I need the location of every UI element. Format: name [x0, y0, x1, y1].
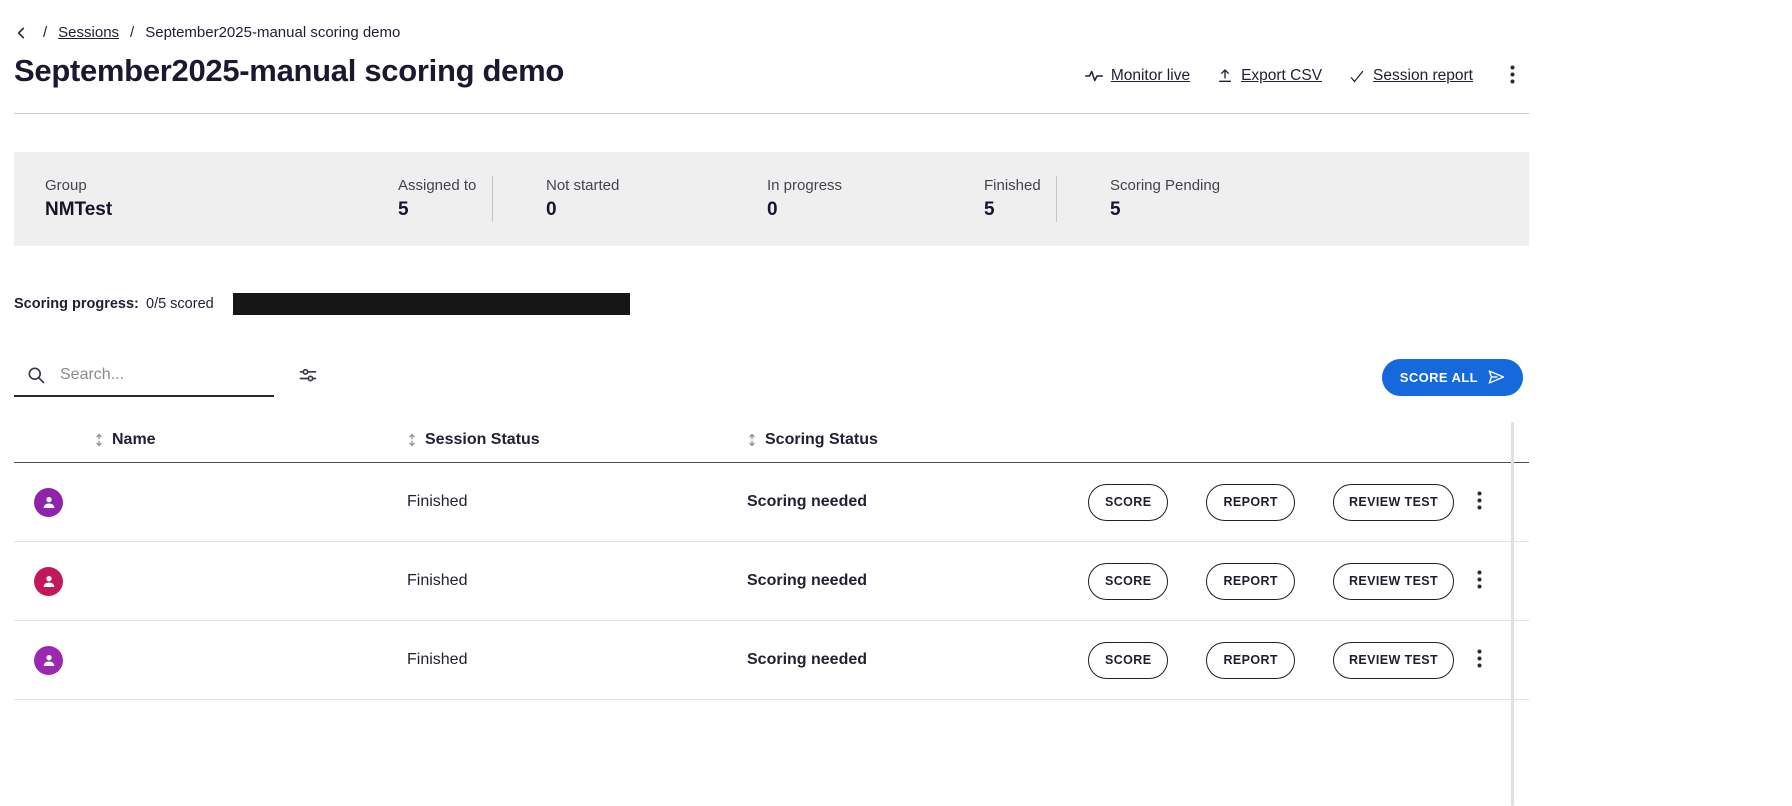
row-kebab-menu[interactable]: [1469, 645, 1490, 675]
title-row: September2025-manual scoring demo Monito…: [14, 53, 1529, 91]
chevron-left-icon: [14, 25, 30, 41]
header-actions: Monitor live Export CSV Session report: [1085, 61, 1523, 91]
review-test-button[interactable]: REVIEW TEST: [1333, 484, 1454, 521]
sort-icon: [407, 432, 417, 448]
scoring-progress-value: 0/5 scored: [146, 296, 233, 312]
scoring-progress-row: Scoring progress: 0/5 scored: [14, 293, 1529, 315]
export-csv-link[interactable]: Export CSV: [1217, 67, 1322, 85]
row-actions: SCORE REPORT REVIEW TEST: [1088, 484, 1469, 521]
kebab-icon: [1510, 65, 1515, 84]
column-header-session-status[interactable]: Session Status: [407, 431, 747, 449]
search-icon: [26, 365, 46, 385]
stat-not-started: Not started 0: [546, 177, 767, 221]
stat-assigned-to: Assigned to 5: [398, 177, 492, 221]
person-icon: [41, 573, 57, 589]
score-button[interactable]: SCORE: [1088, 642, 1168, 679]
title-divider: [14, 113, 1529, 114]
breadcrumb-separator: /: [43, 24, 47, 41]
filter-sliders-icon: [298, 366, 318, 386]
stat-finished: Finished 5: [984, 177, 1056, 221]
stats-bar: Group NMTest Assigned to 5 Not started 0…: [14, 152, 1529, 246]
sessions-table: Name Session Status Scoring Status: [14, 417, 1529, 700]
export-icon: [1217, 68, 1233, 84]
column-header-scoring-status[interactable]: Scoring Status: [747, 431, 1088, 449]
score-button[interactable]: SCORE: [1088, 484, 1168, 521]
table-row: Finished Scoring needed SCORE REPORT REV…: [14, 621, 1529, 700]
cell-session-status: Finished: [407, 651, 747, 669]
monitor-live-link[interactable]: Monitor live: [1085, 67, 1190, 85]
cell-scoring-status: Scoring needed: [747, 572, 1088, 590]
sort-icon: [747, 432, 757, 448]
monitor-live-icon: [1085, 69, 1103, 83]
score-button[interactable]: SCORE: [1088, 563, 1168, 600]
review-test-button[interactable]: REVIEW TEST: [1333, 563, 1454, 600]
row-actions: SCORE REPORT REVIEW TEST: [1088, 642, 1469, 679]
search-input[interactable]: [58, 365, 274, 385]
breadcrumb-sessions-link[interactable]: Sessions: [58, 24, 119, 41]
stat-scoring-pending: Scoring Pending 5: [1110, 177, 1220, 221]
stats-divider: [1056, 176, 1057, 222]
cell-session-status: Finished: [407, 572, 747, 590]
search-box: [14, 357, 274, 397]
breadcrumb: / Sessions / September2025-manual scorin…: [14, 0, 1529, 41]
row-kebab-menu[interactable]: [1469, 566, 1490, 596]
cell-session-status: Finished: [407, 493, 747, 511]
report-check-icon: [1349, 69, 1365, 84]
kebab-icon: [1477, 649, 1482, 668]
page-title: September2025-manual scoring demo: [14, 53, 564, 89]
header-kebab-menu[interactable]: [1502, 61, 1523, 91]
table-header: Name Session Status Scoring Status: [14, 417, 1529, 463]
session-detail-page: / Sessions / September2025-manual scorin…: [0, 0, 1792, 806]
score-all-button[interactable]: SCORE ALL: [1382, 359, 1523, 396]
breadcrumb-current: September2025-manual scoring demo: [145, 24, 400, 41]
back-button[interactable]: [14, 25, 30, 41]
person-icon: [41, 494, 57, 510]
scoring-progress-bar: [233, 293, 630, 315]
sort-icon: [94, 432, 104, 448]
send-icon: [1487, 368, 1505, 386]
report-button[interactable]: REPORT: [1206, 484, 1295, 521]
search-row: SCORE ALL: [14, 357, 1529, 397]
column-header-name[interactable]: Name: [94, 431, 407, 449]
stat-in-progress: In progress 0: [767, 177, 984, 221]
kebab-icon: [1477, 570, 1482, 589]
stat-group: Group NMTest: [45, 177, 398, 221]
stats-divider: [492, 176, 493, 222]
row-kebab-menu[interactable]: [1469, 487, 1490, 517]
person-icon: [41, 652, 57, 668]
avatar: [34, 646, 63, 675]
row-actions: SCORE REPORT REVIEW TEST: [1088, 563, 1469, 600]
cell-scoring-status: Scoring needed: [747, 493, 1088, 511]
report-button[interactable]: REPORT: [1206, 563, 1295, 600]
filter-button[interactable]: [294, 362, 322, 393]
avatar: [34, 567, 63, 596]
scoring-progress-label: Scoring progress:: [14, 296, 146, 312]
session-report-link[interactable]: Session report: [1349, 67, 1473, 85]
kebab-icon: [1477, 491, 1482, 510]
table-row: Finished Scoring needed SCORE REPORT REV…: [14, 463, 1529, 542]
vertical-scrollbar[interactable]: [1511, 422, 1514, 806]
avatar: [34, 488, 63, 517]
table-row: Finished Scoring needed SCORE REPORT REV…: [14, 542, 1529, 621]
cell-scoring-status: Scoring needed: [747, 651, 1088, 669]
report-button[interactable]: REPORT: [1206, 642, 1295, 679]
review-test-button[interactable]: REVIEW TEST: [1333, 642, 1454, 679]
breadcrumb-separator: /: [130, 24, 134, 41]
